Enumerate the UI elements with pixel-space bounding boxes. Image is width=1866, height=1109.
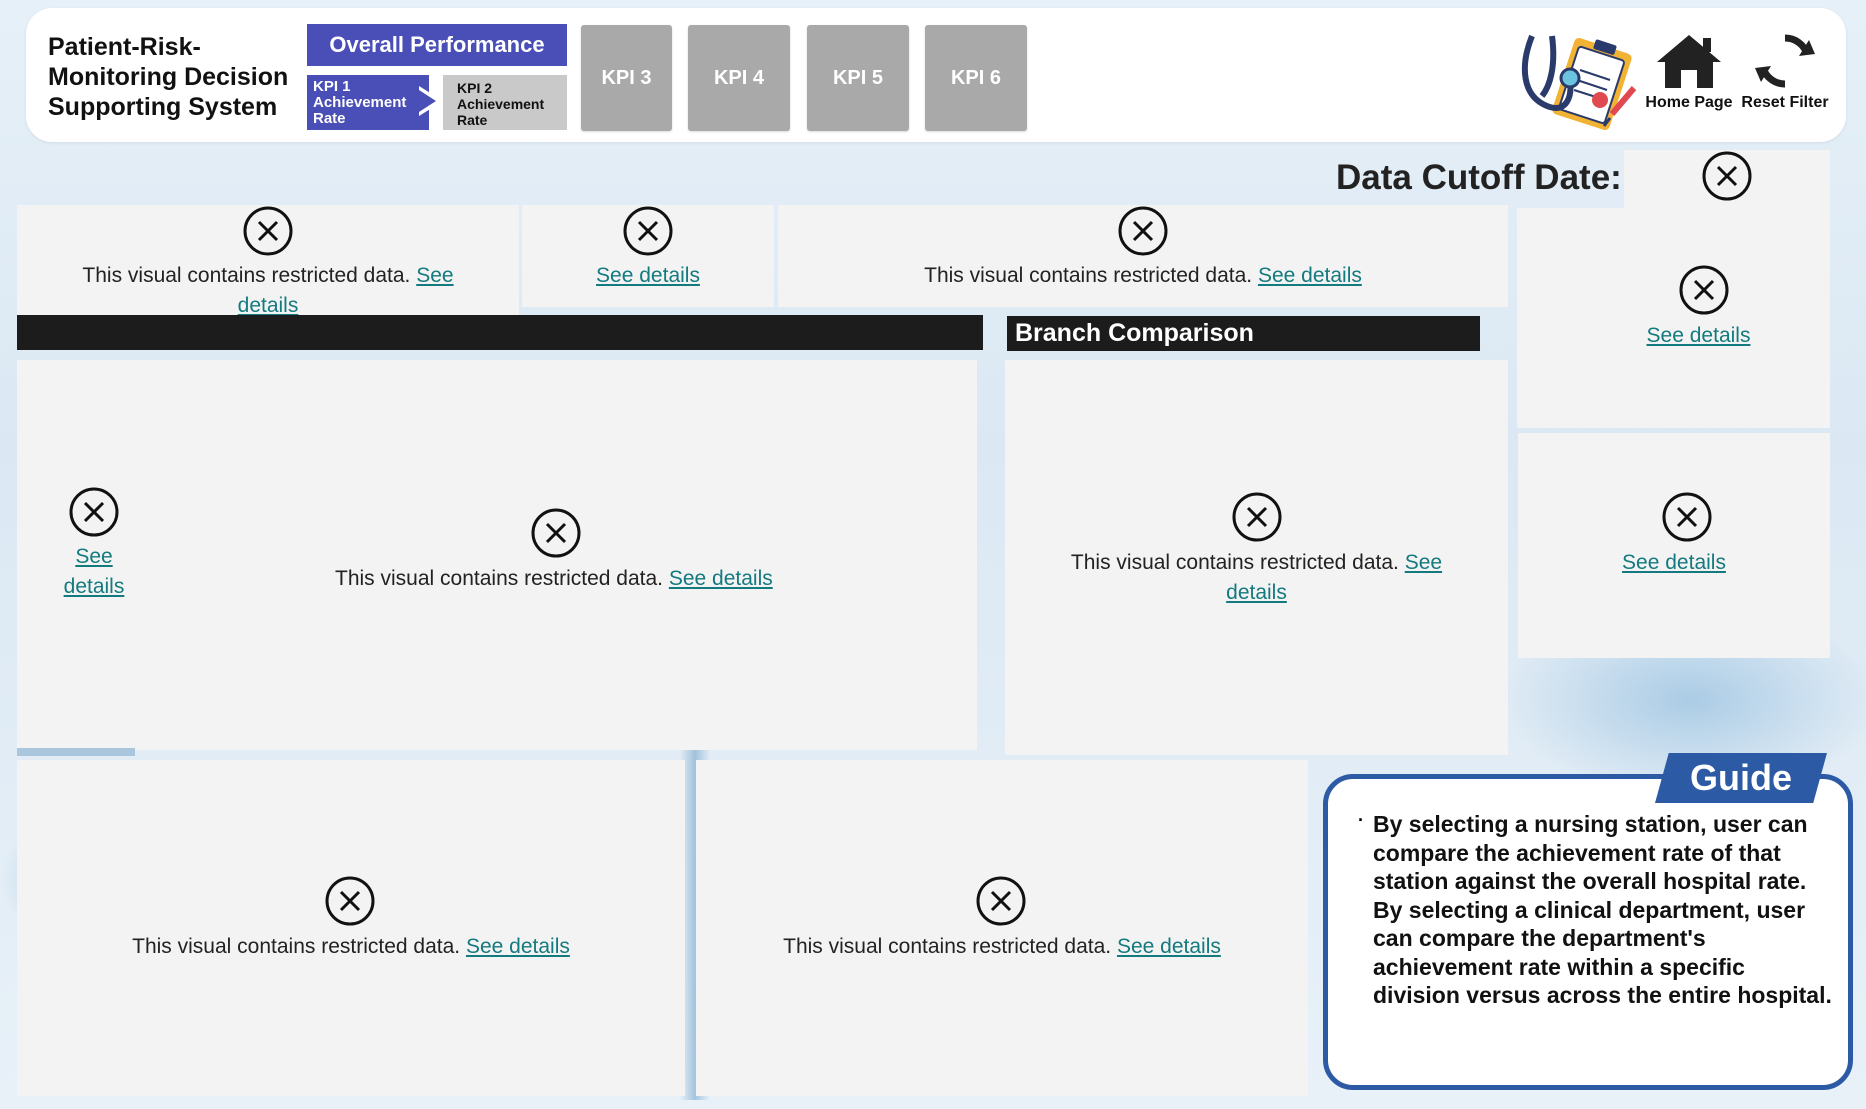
kpi3-button[interactable]: KPI 3 — [581, 25, 672, 131]
error-x-icon — [325, 876, 375, 926]
guide-bullet: · — [1358, 810, 1364, 830]
error-x-icon — [243, 206, 293, 256]
restricted-visual-main: See details This visual contains restric… — [17, 360, 977, 750]
section-header-bar — [17, 315, 983, 350]
stethoscope-clipboard-icon — [1512, 26, 1642, 141]
restricted-message: See details — [1518, 548, 1830, 578]
restricted-visual-right-1: See details — [1517, 208, 1830, 428]
divider — [17, 748, 135, 756]
reset-icon — [1755, 34, 1815, 88]
see-details-link[interactable]: See details — [1622, 551, 1726, 574]
header-bar: Patient-Risk-Monitoring Decision Support… — [26, 8, 1846, 142]
error-x-icon — [1702, 151, 1752, 201]
error-x-icon — [1118, 206, 1168, 256]
overall-performance-button[interactable]: Overall Performance — [307, 24, 567, 66]
restricted-message: This visual contains restricted data. Se… — [82, 264, 454, 317]
see-details-link[interactable]: See details — [1117, 935, 1221, 958]
guide-text: By selecting a nursing station, user can… — [1373, 811, 1832, 1008]
restricted-visual-right-2: See details — [1518, 433, 1830, 658]
kpi5-button[interactable]: KPI 5 — [807, 25, 909, 131]
kpi4-button[interactable]: KPI 4 — [688, 25, 790, 131]
kpi1-button[interactable]: KPI 1 Achievement Rate — [307, 75, 429, 130]
error-x-icon — [1232, 492, 1282, 542]
data-cutoff-label: Data Cutoff Date: — [1336, 158, 1622, 197]
see-details-link[interactable]: details — [64, 575, 125, 598]
error-x-icon — [69, 487, 119, 537]
restricted-message-small: See details — [44, 542, 144, 602]
home-page-label: Home Page — [1645, 94, 1733, 111]
restricted-message: This visual contains restricted data. Se… — [1070, 551, 1443, 604]
error-x-icon — [531, 508, 581, 558]
restricted-visual-top-2: See details — [522, 205, 774, 307]
reset-filter-label: Reset Filter — [1741, 94, 1829, 111]
kpi6-button[interactable]: KPI 6 — [925, 25, 1027, 131]
reset-filter-button[interactable]: Reset Filter — [1740, 32, 1830, 113]
see-details-link[interactable]: See details — [669, 567, 773, 590]
see-details-link[interactable]: See details — [1647, 324, 1751, 347]
error-x-icon — [1662, 492, 1712, 542]
restricted-visual-bottom-1: This visual contains restricted data. Se… — [17, 760, 685, 1096]
app-title: Patient-Risk-Monitoring Decision Support… — [48, 33, 289, 121]
home-page-button[interactable]: Home Page — [1644, 32, 1734, 113]
restricted-message: This visual contains restricted data. Se… — [335, 567, 773, 590]
restricted-message: This visual contains restricted data. Se… — [924, 264, 1362, 287]
see-details-link[interactable]: See details — [596, 264, 700, 287]
kpi2-button[interactable]: KPI 2 Achievement Rate — [443, 75, 567, 130]
restricted-message: This visual contains restricted data. Se… — [783, 935, 1221, 958]
error-x-icon — [623, 206, 673, 256]
restricted-visual-top-3: This visual contains restricted data. Se… — [778, 205, 1508, 307]
error-x-icon — [976, 876, 1026, 926]
arrow-right-icon-fill — [419, 90, 436, 112]
cutoff-date-visual: See details — [1624, 150, 1830, 232]
see-details-link[interactable]: See — [75, 545, 112, 568]
see-details-link[interactable]: See details — [1258, 264, 1362, 287]
guide-title: Guide — [1655, 753, 1827, 803]
restricted-message: This visual contains restricted data. Se… — [132, 935, 570, 958]
restricted-message: See details — [522, 261, 774, 291]
error-x-icon — [1679, 265, 1729, 315]
branch-comparison-title: Branch Comparison — [1007, 316, 1480, 351]
branch-comparison-visual: This visual contains restricted data. Se… — [1005, 360, 1508, 755]
see-details-link[interactable]: See details — [466, 935, 570, 958]
home-icon — [1657, 35, 1721, 88]
restricted-visual-bottom-2: This visual contains restricted data. Se… — [696, 760, 1308, 1096]
restricted-message: See details — [1517, 321, 1830, 351]
